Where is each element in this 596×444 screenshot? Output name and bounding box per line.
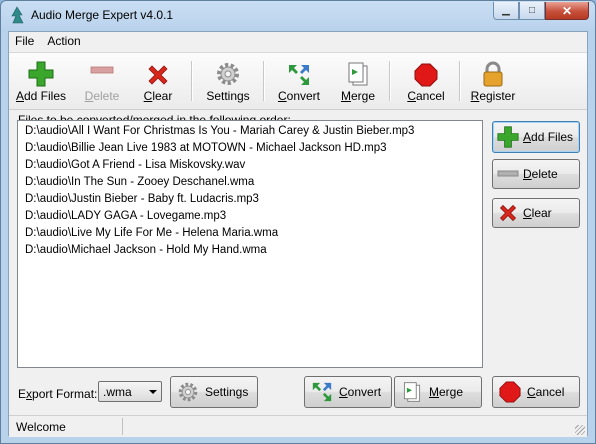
export-label-pre: E bbox=[18, 387, 27, 401]
status-text: Welcome bbox=[16, 420, 66, 434]
export-format-select[interactable]: .wma bbox=[98, 381, 162, 402]
lock-icon bbox=[483, 61, 503, 87]
toolbar-separator bbox=[191, 61, 193, 101]
settings-button[interactable]: Settings bbox=[170, 376, 258, 408]
client-area: File Action Add Files Delete Clear Setti… bbox=[8, 31, 588, 437]
minus-icon bbox=[497, 170, 519, 177]
add-files-mnemonic: A bbox=[523, 130, 532, 144]
minimize-button[interactable]: ▁ bbox=[493, 2, 519, 20]
file-list-item[interactable]: D:\audio\Michael Jackson - Hold My Hand.… bbox=[18, 242, 482, 259]
chevron-down-icon bbox=[149, 390, 157, 394]
toolbar-merge-mnemonic: M bbox=[340, 89, 351, 103]
convert-label: onvert bbox=[347, 385, 382, 399]
toolbar-add-files-button[interactable]: Add Files bbox=[13, 55, 69, 103]
cancel-label: ancel bbox=[535, 385, 565, 399]
export-format-value: .wma bbox=[103, 385, 132, 399]
cancel-mnemonic: C bbox=[527, 385, 536, 399]
toolbar-register-mnemonic: R bbox=[470, 89, 480, 103]
stop-icon bbox=[499, 381, 521, 403]
convert-arrows-icon bbox=[312, 382, 332, 402]
toolbar-register-label: egister bbox=[479, 89, 516, 103]
add-icon bbox=[497, 126, 519, 148]
toolbar-register-button[interactable]: Register bbox=[467, 55, 519, 103]
toolbar-add-files-mnemonic: A bbox=[15, 89, 24, 103]
file-list-item[interactable]: D:\audio\All I Want For Christmas Is You… bbox=[18, 123, 482, 140]
merge-document-icon bbox=[403, 382, 421, 402]
app-logo-icon bbox=[11, 6, 24, 24]
gear-icon bbox=[217, 63, 239, 85]
add-files-button[interactable]: Add Files bbox=[492, 121, 580, 153]
clear-label: lear bbox=[531, 206, 552, 220]
delete-button[interactable]: Delete bbox=[492, 159, 580, 189]
gear-icon bbox=[178, 382, 198, 402]
toolbar-delete-mnemonic: D bbox=[84, 89, 94, 103]
close-button[interactable]: ✕ bbox=[545, 2, 589, 20]
toolbar-delete-label: elete bbox=[93, 89, 120, 103]
export-label-post: port Format: bbox=[32, 387, 98, 401]
merge-label: erge bbox=[439, 385, 464, 399]
toolbar-delete-button[interactable]: Delete bbox=[77, 55, 127, 103]
toolbar-settings-label: Settings bbox=[206, 89, 250, 103]
merge-button[interactable]: Merge bbox=[394, 376, 482, 408]
resize-grip[interactable] bbox=[575, 425, 585, 435]
minimize-icon: ▁ bbox=[502, 5, 510, 16]
toolbar-convert-button[interactable]: Convert bbox=[273, 55, 325, 103]
maximize-icon: □ bbox=[528, 5, 536, 16]
file-list[interactable]: D:\audio\All I Want For Christmas Is You… bbox=[17, 120, 483, 368]
menu-action[interactable]: Action bbox=[41, 32, 87, 52]
delete-label: elete bbox=[531, 167, 558, 181]
file-list-item[interactable]: D:\audio\LADY GAGA - Lovegame.mp3 bbox=[18, 208, 482, 225]
clear-mnemonic: C bbox=[523, 206, 532, 220]
toolbar-clear-button[interactable]: Clear bbox=[133, 55, 183, 103]
file-list-item[interactable]: D:\audio\Billie Jean Live 1983 at MOTOWN… bbox=[18, 140, 482, 157]
convert-arrows-icon bbox=[289, 65, 309, 85]
window-title: Audio Merge Expert v4.0.1 bbox=[31, 8, 174, 22]
clear-button[interactable]: Clear bbox=[492, 198, 580, 228]
toolbar-cancel-label: ancel bbox=[415, 89, 445, 103]
toolbar-merge-button[interactable]: Merge bbox=[335, 55, 381, 103]
delete-mnemonic: D bbox=[523, 167, 532, 181]
stop-icon bbox=[414, 63, 438, 87]
maximize-button[interactable]: □ bbox=[519, 2, 545, 20]
menu-file[interactable]: File bbox=[9, 32, 41, 52]
cancel-button[interactable]: Cancel bbox=[492, 376, 580, 408]
clear-x-icon bbox=[499, 204, 517, 222]
convert-button[interactable]: Convert bbox=[304, 376, 392, 408]
minus-icon bbox=[90, 66, 114, 74]
toolbar-settings-button[interactable]: Settings bbox=[201, 55, 255, 103]
export-format-label: Export Format: bbox=[18, 387, 97, 401]
toolbar-convert-label: onvert bbox=[286, 89, 321, 103]
file-list-item[interactable]: D:\audio\Live My Life For Me - Helena Ma… bbox=[18, 225, 482, 242]
toolbar-separator bbox=[263, 61, 265, 101]
toolbar-cancel-mnemonic: C bbox=[407, 89, 416, 103]
settings-label: Settings bbox=[205, 385, 249, 399]
close-icon: ✕ bbox=[561, 3, 573, 18]
add-icon bbox=[28, 61, 54, 87]
file-list-item[interactable]: D:\audio\Justin Bieber - Baby ft. Ludacr… bbox=[18, 191, 482, 208]
toolbar-cancel-button[interactable]: Cancel bbox=[401, 55, 451, 103]
toolbar-add-files-label: dd Files bbox=[23, 89, 67, 103]
status-bar: Welcome bbox=[9, 415, 587, 437]
menu-bar: File Action bbox=[9, 32, 587, 52]
toolbar-separator bbox=[389, 61, 391, 101]
status-separator bbox=[122, 418, 123, 435]
title-bar[interactable]: Audio Merge Expert v4.0.1 ▁ □ ✕ bbox=[1, 1, 595, 31]
merge-document-icon bbox=[348, 62, 368, 86]
toolbar-clear-label: lear bbox=[152, 89, 173, 103]
clear-x-icon bbox=[148, 65, 168, 85]
toolbar-merge-label: erge bbox=[350, 89, 376, 103]
merge-mnemonic: M bbox=[429, 385, 439, 399]
convert-mnemonic: C bbox=[339, 385, 348, 399]
add-files-label: dd Files bbox=[531, 130, 574, 144]
toolbar-separator bbox=[459, 61, 461, 101]
toolbar-convert-mnemonic: C bbox=[277, 89, 287, 103]
file-list-item[interactable]: D:\audio\In The Sun - Zooey Deschanel.wm… bbox=[18, 174, 482, 191]
toolbar: Add Files Delete Clear Settings Convert … bbox=[9, 52, 587, 110]
app-window: Audio Merge Expert v4.0.1 ▁ □ ✕ File Act… bbox=[0, 0, 596, 444]
file-list-item[interactable]: D:\audio\Got A Friend - Lisa Miskovsky.w… bbox=[18, 157, 482, 174]
